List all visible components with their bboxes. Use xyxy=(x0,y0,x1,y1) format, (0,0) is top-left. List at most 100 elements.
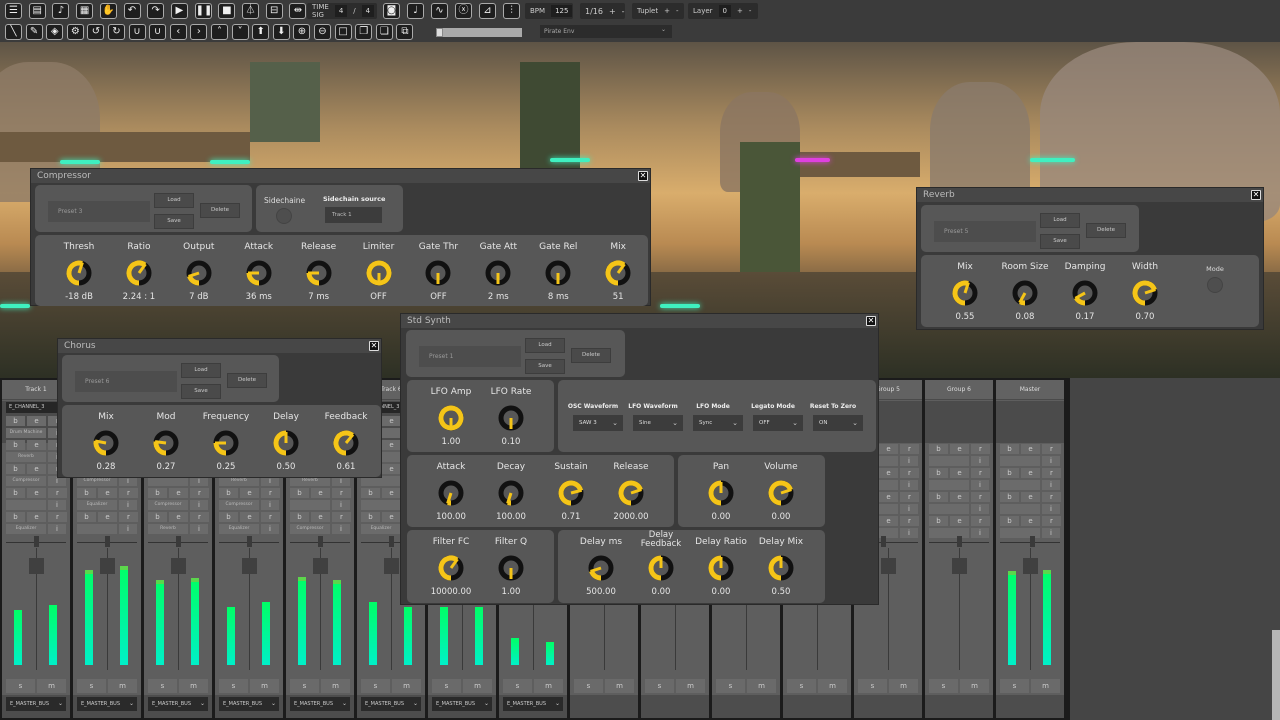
synth-title[interactable]: Std Synth xyxy=(401,314,878,328)
mute-button[interactable]: m xyxy=(179,679,208,693)
slot-r-button[interactable]: r xyxy=(971,444,990,454)
delete-button[interactable]: Delete xyxy=(1086,223,1126,238)
mute-button[interactable]: m xyxy=(392,679,421,693)
solo-button[interactable]: s xyxy=(290,679,319,693)
slot-effect-name[interactable]: Reverb xyxy=(148,524,188,534)
slot-e-button[interactable]: e xyxy=(879,492,898,502)
damping-knob[interactable] xyxy=(1070,278,1100,308)
slot-effect-name[interactable]: Compressor xyxy=(148,500,188,510)
slot-i-button[interactable]: i xyxy=(971,504,989,514)
eraser-icon[interactable]: ◈ xyxy=(46,24,64,40)
sidechain-source-input[interactable]: Track 1 xyxy=(325,207,382,223)
tuplet-plus-button[interactable]: + xyxy=(664,7,670,15)
layer-minus-button[interactable]: - xyxy=(749,7,752,15)
slot-effect-name[interactable]: Equalizer xyxy=(219,524,259,534)
gear-icon[interactable]: ⚙ xyxy=(66,24,84,40)
sustain-knob[interactable] xyxy=(556,478,586,508)
volume-knob[interactable] xyxy=(766,478,796,508)
slot-r-button[interactable]: r xyxy=(119,488,138,498)
gate-thr-knob[interactable] xyxy=(423,258,453,288)
delete-button[interactable]: Delete xyxy=(571,348,611,363)
hand-icon[interactable]: ✋ xyxy=(99,3,117,19)
solo-button[interactable]: s xyxy=(787,679,816,693)
slot-effect-name[interactable]: Compressor xyxy=(219,500,259,510)
slot-effect-name[interactable] xyxy=(929,456,969,466)
solo-button[interactable]: s xyxy=(6,679,35,693)
slot-b-button[interactable]: b xyxy=(77,512,96,522)
piano-icon[interactable]: ⊿ xyxy=(479,3,496,19)
collapse-icon[interactable]: ⊟ xyxy=(265,3,283,19)
slot-e-button[interactable]: e xyxy=(240,512,259,522)
list-icon[interactable]: ☰ xyxy=(5,3,22,19)
slot-b-button[interactable]: b xyxy=(148,512,167,522)
curve-icon[interactable]: ∿ xyxy=(431,3,448,19)
output-bus-select[interactable]: E_MASTER_BUS ⌄ xyxy=(77,697,137,711)
slot-i-button[interactable]: i xyxy=(48,500,66,510)
loop-right-icon[interactable]: ∪ xyxy=(149,24,167,40)
slot-i-button[interactable]: i xyxy=(48,524,66,534)
osc-waveform-select[interactable]: SAW 3 ⌄ xyxy=(573,415,623,431)
timeline-scrollbar[interactable] xyxy=(436,28,522,37)
strip-name[interactable]: Master xyxy=(996,380,1064,400)
delete-button[interactable]: Delete xyxy=(227,373,267,388)
slot-effect-name[interactable]: Compressor xyxy=(6,476,46,486)
load-button[interactable]: Load xyxy=(181,363,221,378)
slot-e-button[interactable]: e xyxy=(1021,468,1040,478)
stop-icon[interactable]: ■ xyxy=(218,3,236,19)
slot-e-button[interactable]: e xyxy=(1021,444,1040,454)
bpm-input[interactable]: 125 xyxy=(551,5,573,17)
ratio-knob[interactable] xyxy=(124,258,154,288)
mute-button[interactable]: m xyxy=(463,679,492,693)
fader-handle[interactable] xyxy=(881,558,896,574)
slot-r-button[interactable]: r xyxy=(48,488,67,498)
chevron-down-icon[interactable]: ˅ xyxy=(231,24,249,40)
grid-icon[interactable]: ▦ xyxy=(76,3,94,19)
slot-i-button[interactable]: i xyxy=(332,500,350,510)
slot-e-button[interactable]: e xyxy=(27,488,46,498)
pan-slider-handle[interactable] xyxy=(34,536,39,547)
load-button[interactable]: Load xyxy=(154,193,194,208)
close-icon[interactable]: ✕ xyxy=(638,171,648,181)
slot-b-button[interactable]: b xyxy=(929,468,948,478)
mod-knob[interactable] xyxy=(151,428,181,458)
slot-i-button[interactable]: i xyxy=(1042,480,1060,490)
slot-r-button[interactable]: r xyxy=(971,516,990,526)
attack-knob[interactable] xyxy=(436,478,466,508)
chevron-left-icon[interactable]: ‹ xyxy=(169,24,187,40)
gate-att-knob[interactable] xyxy=(483,258,513,288)
slot-b-button[interactable]: b xyxy=(6,464,25,474)
slot-b-button[interactable]: b xyxy=(361,512,380,522)
loop-left-icon[interactable]: ∪ xyxy=(128,24,146,40)
slot-effect-name[interactable] xyxy=(361,500,401,510)
output-bus-select[interactable]: E_MASTER_BUS ⌄ xyxy=(361,697,421,711)
fader-handle[interactable] xyxy=(952,558,967,574)
close-icon[interactable]: ✕ xyxy=(1251,190,1261,200)
zoom-in-icon[interactable]: ⊕ xyxy=(293,24,311,40)
environment-select[interactable]: Pirate Env ⌄ xyxy=(540,25,672,38)
chevron-up-icon[interactable]: ˄ xyxy=(211,24,228,40)
solo-button[interactable]: s xyxy=(858,679,887,693)
slot-e-button[interactable]: e xyxy=(311,488,330,498)
slot-e-button[interactable]: e xyxy=(240,488,259,498)
slot-i-button[interactable]: i xyxy=(900,480,918,490)
pan-slider-handle[interactable] xyxy=(1030,536,1035,547)
grid-minus-button[interactable]: - xyxy=(622,7,625,16)
lfo-rate-knob[interactable] xyxy=(496,403,526,433)
slot-r-button[interactable]: r xyxy=(900,516,919,526)
pan-slider-handle[interactable] xyxy=(247,536,252,547)
slot-b-button[interactable]: b xyxy=(148,488,167,498)
grid-plus-button[interactable]: + xyxy=(609,7,616,16)
feedback-knob[interactable] xyxy=(331,428,361,458)
fader-handle[interactable] xyxy=(384,558,399,574)
delay-mix-knob[interactable] xyxy=(766,553,796,583)
paste-icon[interactable]: ❏ xyxy=(375,24,393,40)
slot-r-button[interactable]: r xyxy=(1042,492,1061,502)
square-icon[interactable]: □ xyxy=(334,24,352,40)
arrow-up-icon[interactable]: ⬆ xyxy=(252,24,270,40)
solo-button[interactable]: s xyxy=(574,679,603,693)
pan-slider-handle[interactable] xyxy=(105,536,110,547)
room-size-knob[interactable] xyxy=(1010,278,1040,308)
strip-name[interactable]: Group 6 xyxy=(925,380,993,400)
mute-button[interactable]: m xyxy=(960,679,989,693)
pan-slider-handle[interactable] xyxy=(881,536,886,547)
